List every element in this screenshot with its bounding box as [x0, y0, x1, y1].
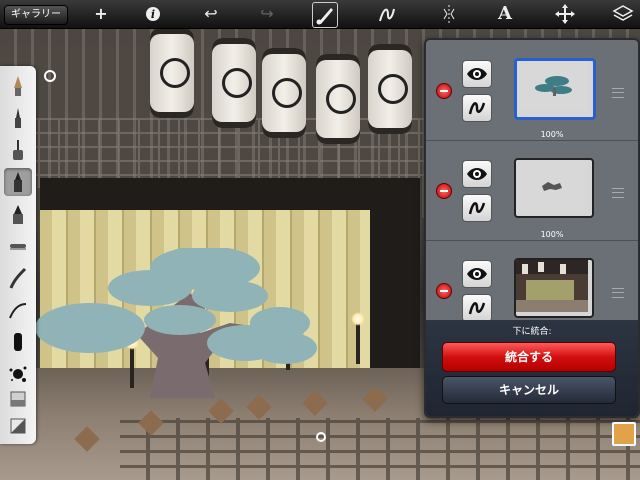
wet-brush-tool[interactable] — [4, 328, 32, 356]
lantern — [368, 44, 412, 134]
layers-icon[interactable] — [612, 3, 634, 25]
merge-down-dialog: 下に統合: 統合する キャンセル — [426, 320, 638, 416]
smudge-tool[interactable] — [4, 232, 32, 260]
rotation-pivot[interactable] — [44, 70, 56, 82]
visibility-eye-icon[interactable] — [462, 260, 492, 288]
blend-mode-icon[interactable] — [462, 194, 492, 222]
layer-row[interactable]: 100% — [426, 40, 638, 141]
canopy — [253, 332, 317, 364]
ballpoint-tool[interactable] — [4, 104, 32, 132]
blend-mode-icon[interactable] — [462, 294, 492, 322]
drag-handle-icon[interactable] — [612, 88, 624, 98]
info-icon[interactable]: i — [142, 3, 164, 25]
drag-handle-icon[interactable] — [612, 188, 624, 198]
pencil-tool[interactable] — [4, 72, 32, 100]
visibility-eye-icon[interactable] — [462, 160, 492, 188]
lantern — [316, 54, 360, 144]
text-icon[interactable]: A — [494, 3, 516, 25]
blend-mode-icon[interactable] — [462, 94, 492, 122]
candle — [351, 312, 365, 364]
layer-row[interactable]: 100% — [426, 140, 638, 241]
redo-icon[interactable]: ↪ — [256, 3, 278, 25]
canopy — [192, 280, 268, 312]
canopy — [35, 303, 145, 353]
fill-tool[interactable] — [4, 412, 32, 440]
delete-layer-icon[interactable] — [436, 283, 452, 299]
merge-button[interactable]: 統合する — [442, 342, 616, 372]
top-toolbar: ギャラリー + i ↩ ↪ A — [0, 0, 640, 29]
delete-layer-icon[interactable] — [436, 83, 452, 99]
current-color-swatch[interactable] — [612, 422, 636, 446]
marker-tool[interactable] — [4, 168, 32, 196]
eraser-tool[interactable] — [4, 384, 32, 412]
gallery-button[interactable]: ギャラリー — [4, 5, 68, 25]
merge-down-label: 下に統合: — [512, 327, 552, 337]
lantern — [150, 28, 194, 118]
canopy — [144, 305, 216, 335]
lantern — [212, 38, 256, 128]
layer-opacity: 100% — [540, 130, 564, 139]
svg-text:i: i — [151, 8, 155, 21]
drag-handle-icon[interactable] — [612, 288, 624, 298]
airbrush-tool[interactable] — [4, 136, 32, 164]
plus-icon[interactable]: + — [90, 3, 112, 25]
floor-grid — [120, 418, 640, 480]
brush-icon[interactable] — [312, 2, 338, 28]
layers-panel: 100% 100% 下に統合: 統合する キャンセル — [424, 38, 640, 418]
paint-brush-tool[interactable] — [4, 200, 32, 228]
canvas-pivot[interactable] — [316, 432, 326, 442]
layer-thumbnail[interactable] — [514, 158, 594, 218]
transform-icon[interactable] — [554, 3, 576, 25]
canopy — [108, 270, 192, 306]
undo-icon[interactable]: ↩ — [200, 3, 222, 25]
tree-drawing — [35, 248, 317, 398]
layer-thumbnail[interactable] — [514, 58, 596, 120]
layer-thumbnail[interactable] — [514, 258, 594, 318]
lantern — [262, 48, 306, 138]
calligraphy-tool[interactable] — [4, 296, 32, 324]
layer-opacity: 100% — [540, 230, 564, 239]
brush-toolbox — [0, 66, 36, 444]
visibility-eye-icon[interactable] — [462, 60, 492, 88]
delete-layer-icon[interactable] — [436, 183, 452, 199]
stroke-icon[interactable] — [376, 3, 398, 25]
inking-pen-tool[interactable] — [4, 264, 32, 292]
symmetry-icon[interactable] — [438, 3, 460, 25]
cancel-button[interactable]: キャンセル — [442, 376, 616, 404]
